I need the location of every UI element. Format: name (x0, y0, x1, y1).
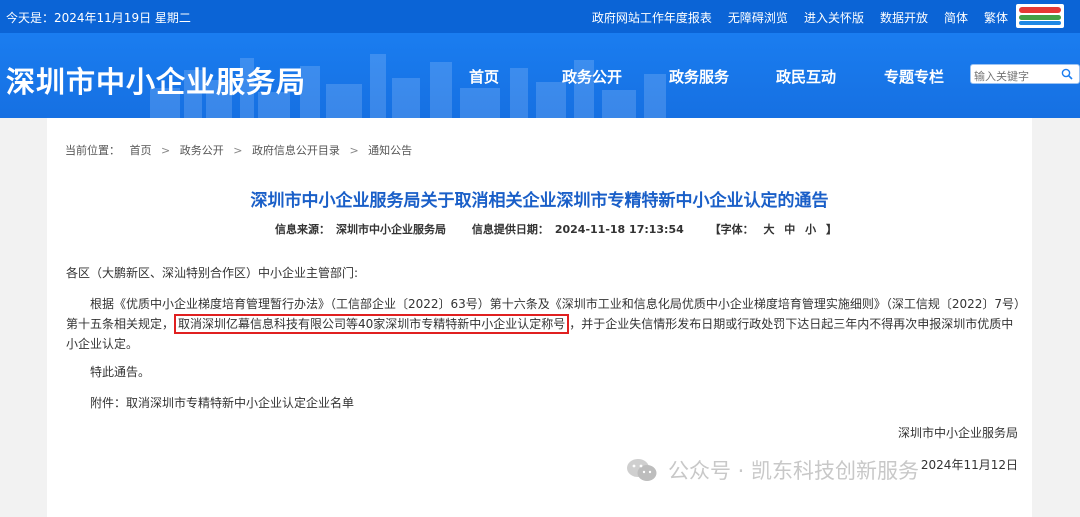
annual-report-link[interactable]: 政府网站工作年度报表 (592, 9, 712, 26)
notice-text: 特此通告。 (90, 365, 151, 379)
source-label: 信息来源： (275, 223, 330, 236)
article-title: 深圳市中小企业服务局关于取消相关企业深圳市专精特新中小企业认定的通告 (250, 191, 829, 211)
breadcrumb-label: 当前位置： (65, 144, 120, 157)
simplified-chinese-link[interactable]: 简体 (944, 9, 968, 26)
attachment-line: 附件：取消深圳市专精特新中小企业认定企业名单 (90, 393, 354, 413)
wechat-icon (627, 459, 657, 481)
date-label: 信息提供日期： (471, 223, 549, 236)
care-mode-link[interactable]: 进入关怀版 (804, 9, 864, 26)
source-value: 深圳市中小企业服务局 (336, 223, 446, 236)
breadcrumb-notices[interactable]: 通知公告 (368, 144, 412, 157)
date-value: 2024-11-18 17:13:54 (554, 223, 684, 236)
watermark-text: 公众号 · 凯东科技创新服务 (668, 459, 920, 483)
attachment-label: 附件： (90, 396, 127, 410)
greeting: 各区（大鹏新区、深汕特别合作区）中小企业主管部门: (66, 266, 359, 280)
breadcrumb-info-catalog[interactable]: 政府信息公开目录 (252, 144, 340, 157)
attachment-link[interactable]: 取消深圳市专精特新中小企业认定企业名单 (126, 396, 354, 410)
top-links: 政府网站工作年度报表 无障碍浏览 进入关怀版 数据开放 简体 繁体 (576, 9, 1008, 26)
breadcrumb-government-affairs-open[interactable]: 政务公开 (180, 144, 224, 157)
open-data-link[interactable]: 数据开放 (880, 9, 928, 26)
breadcrumb-separator: > (161, 144, 171, 157)
shenzhen-logo-icon[interactable] (1016, 4, 1064, 28)
top-bar: 今天是：2024年11月19日 星期二 政府网站工作年度报表 无障碍浏览 进入关… (0, 0, 1080, 33)
signature: 深圳市中小企业服务局 (897, 426, 1018, 440)
sign-date: 2024年11月12日 (920, 458, 1018, 472)
active-nav-indicator (0, 66, 1080, 96)
highlighted-text: 取消深圳亿幕信息科技有限公司等40家深圳市专精特新中小企业认定称号 (174, 314, 570, 334)
traditional-chinese-link[interactable]: 繁体 (984, 9, 1008, 26)
breadcrumb: 当前位置： 首页 > 政务公开 > 政府信息公开目录 > 通知公告 (65, 142, 418, 158)
current-date: 今天是：2024年11月19日 星期二 (6, 11, 191, 25)
article-meta: 信息来源： 深圳市中小企业服务局 信息提供日期： 2024-11-18 17:13:… (275, 221, 843, 237)
breadcrumb-home[interactable]: 首页 (130, 144, 152, 157)
search-box (970, 64, 1080, 86)
accessibility-link[interactable]: 无障碍浏览 (728, 9, 788, 26)
watermark: 公众号 · 凯东科技创新服务 (626, 455, 919, 485)
breadcrumb-separator: > (349, 144, 359, 157)
font-size-medium[interactable]: 中 (784, 223, 795, 236)
font-size-label: 【字体： (709, 223, 754, 236)
site-header: 深圳市中小企业服务局 首页 政务公开 政务服务 政民互动 专题专栏 (0, 33, 1080, 118)
search-input[interactable] (971, 67, 1055, 86)
font-size-small[interactable]: 小 (805, 223, 816, 236)
font-size-end: 】 (825, 223, 837, 236)
search-icon[interactable] (1061, 68, 1073, 80)
breadcrumb-separator: > (233, 144, 243, 157)
font-size-large[interactable]: 大 (763, 223, 774, 236)
article-body: 根据《优质中小企业梯度培育管理暂行办法》（工信部企业〔2022〕63号）第十六条… (66, 294, 1023, 354)
